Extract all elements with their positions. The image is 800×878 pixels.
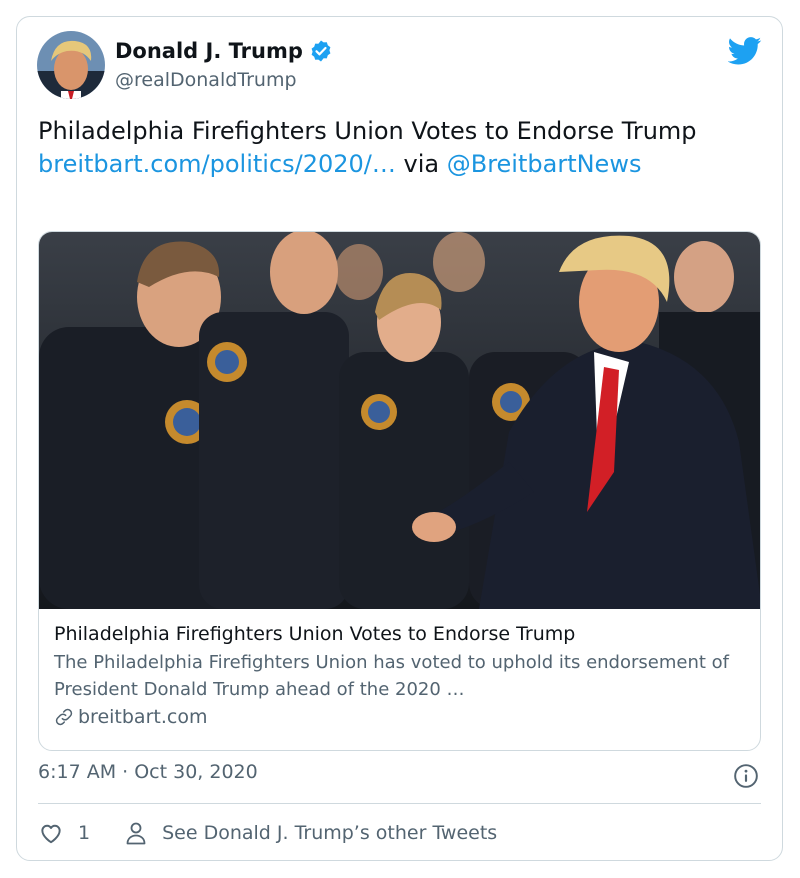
verified-badge-icon [311,40,331,62]
other-tweets-link[interactable]: See Donald J. Trump’s other Tweets [124,820,497,846]
tweet-text-via: via [395,150,447,178]
link-preview-domain-row: breitbart.com [54,703,749,731]
link-icon [55,708,73,726]
tweet-text-body: Philadelphia Firefighters Union Votes to… [38,117,697,145]
tweet-actions: 1 See Donald J. Trump’s other Tweets [38,817,497,849]
author-name-row: Donald J. Trump [115,39,333,63]
link-preview-title: Philadelphia Firefighters Union Votes to… [54,623,576,645]
tweet-timestamp[interactable]: 6:17 AM · Oct 30, 2020 [38,761,258,783]
author-name[interactable]: Donald J. Trump [115,39,303,63]
link-preview-card[interactable]: Philadelphia Firefighters Union Votes to… [38,231,761,751]
divider [38,803,761,804]
other-tweets-label: See Donald J. Trump’s other Tweets [162,822,498,844]
link-preview-domain: breitbart.com [78,706,208,728]
link-preview-image [39,232,760,609]
tweet-mention[interactable]: @BreitbartNews [447,150,642,178]
tweet-text: Philadelphia Firefighters Union Votes to… [38,115,758,181]
tweet-link[interactable]: breitbart.com/politics/2020/… [38,150,396,178]
like-count: 1 [78,822,91,844]
person-icon [126,822,146,845]
tweet-card: Donald J. Trump @realDonaldTrump Philade… [16,16,783,861]
author-avatar[interactable] [37,31,105,99]
author-handle[interactable]: @realDonaldTrump [115,69,297,91]
link-preview-description: The Philadelphia Firefighters Union has … [54,652,729,700]
heart-icon [41,824,61,844]
like-button[interactable]: 1 [38,820,90,846]
link-preview-body: Philadelphia Firefighters Union Votes to… [54,621,749,731]
twitter-bird-icon[interactable] [728,37,762,65]
info-icon[interactable] [733,763,759,789]
